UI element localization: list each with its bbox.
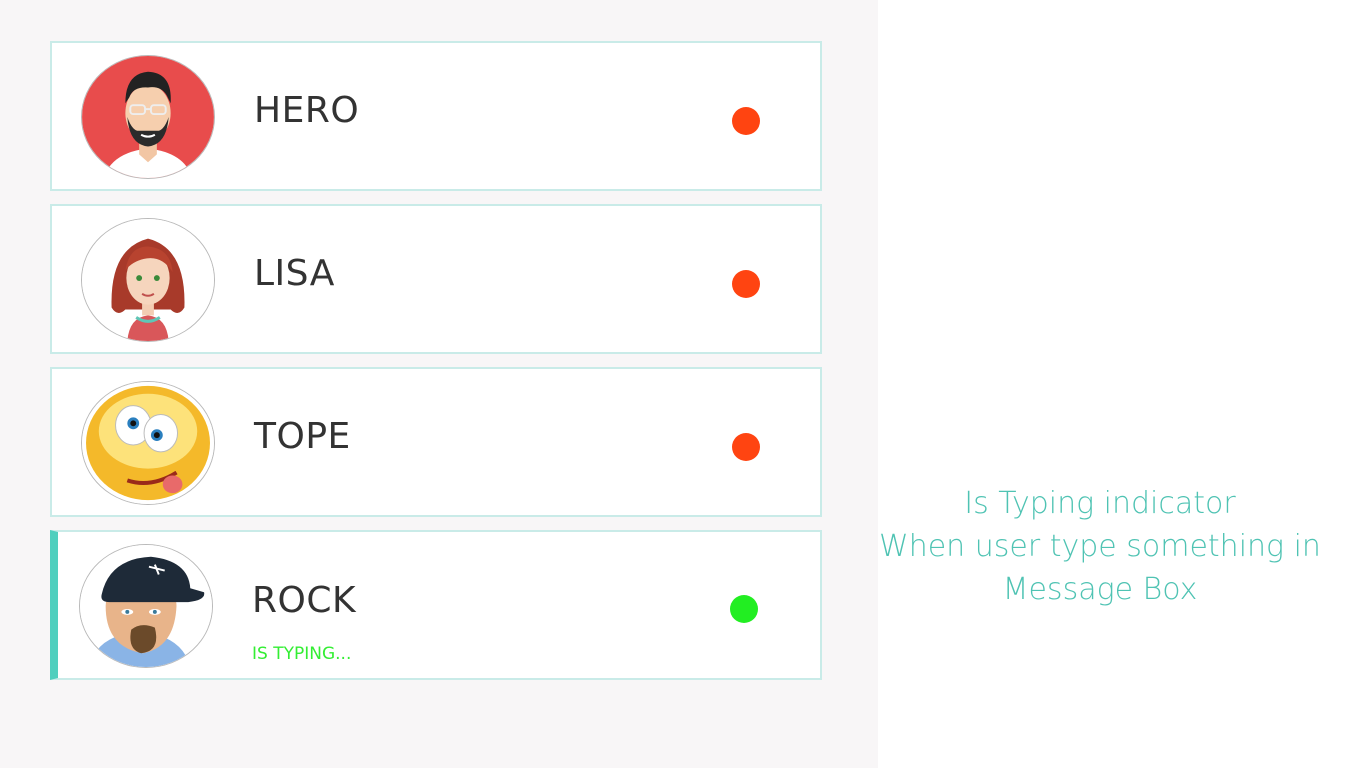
contact-card-hero[interactable]: HERO [50, 41, 822, 191]
status-indicator [732, 107, 760, 135]
contact-name: TOPE [254, 416, 351, 457]
woman-red-hair-avatar-icon [82, 219, 214, 341]
contact-name: ROCK [252, 580, 357, 621]
silly-face-emoji-avatar-icon [82, 382, 214, 504]
contact-card-tope[interactable]: TOPE [50, 367, 822, 517]
contact-name: LISA [254, 253, 335, 294]
status-indicator [732, 433, 760, 461]
avatar [81, 381, 215, 505]
contact-name: HERO [254, 90, 360, 131]
man-with-cap-avatar-icon [80, 545, 212, 667]
typing-indicator: IS TYPING... [252, 644, 352, 664]
contact-card-lisa[interactable]: LISA [50, 204, 822, 354]
feature-caption: Is Typing indicator When user type somet… [862, 482, 1338, 611]
status-indicator [730, 595, 758, 623]
avatar [81, 218, 215, 342]
contact-panel: HERO LISA TOPE ROCK IS TYPING... [0, 0, 878, 768]
avatar [81, 55, 215, 179]
man-with-glasses-avatar-icon [82, 56, 214, 178]
status-indicator [732, 270, 760, 298]
caption-line: Message Box [1002, 572, 1198, 607]
caption-line: When user type something in [879, 529, 1321, 564]
avatar [79, 544, 213, 668]
contact-card-rock[interactable]: ROCK IS TYPING... [50, 530, 822, 680]
caption-line: Is Typing indicator [964, 486, 1236, 521]
